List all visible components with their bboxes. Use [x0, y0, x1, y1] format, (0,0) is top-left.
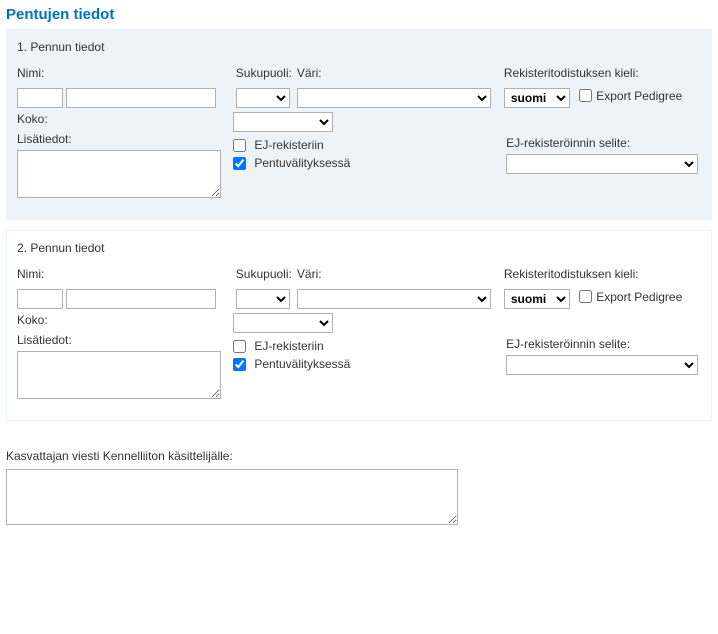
name-input[interactable]: [66, 289, 216, 309]
name-prefix-input[interactable]: [17, 88, 63, 108]
pentuval-label: Pentuvälityksessä: [254, 156, 350, 170]
lang-label: Rekisteritodistuksen kieli:: [504, 66, 701, 80]
ej-register-label: EJ-rekisteriin: [254, 339, 323, 353]
ej-explain-select[interactable]: [506, 154, 698, 174]
ej-explain-label: EJ-rekisteröinnin selite:: [506, 337, 701, 351]
message-label: Kasvattajan viesti Kennelliiton käsittel…: [6, 449, 712, 463]
color-label: Väri:: [297, 267, 504, 281]
message-textarea[interactable]: [6, 469, 458, 525]
page-title: Pentujen tiedot: [6, 6, 712, 23]
name-label: Nimi:: [17, 267, 236, 281]
name-label: Nimi:: [17, 66, 236, 80]
size-label: Koko:: [17, 112, 233, 126]
gender-label: Sukupuoli:: [236, 66, 297, 80]
size-select[interactable]: [233, 313, 333, 333]
extra-textarea[interactable]: [17, 351, 221, 399]
export-pedigree-label: Export Pedigree: [596, 89, 682, 103]
ej-explain-select[interactable]: [506, 355, 698, 375]
ej-register-checkbox[interactable]: [233, 340, 246, 353]
lang-select[interactable]: suomi: [504, 88, 570, 108]
gender-select[interactable]: [236, 289, 290, 309]
gender-select[interactable]: [236, 88, 290, 108]
color-select[interactable]: [297, 88, 491, 108]
size-select[interactable]: [233, 112, 333, 132]
name-prefix-input[interactable]: [17, 289, 63, 309]
gender-label: Sukupuoli:: [236, 267, 297, 281]
puppy-panel: 2. Pennun tiedot Nimi: Sukupuoli: Väri: …: [6, 230, 712, 421]
lang-select[interactable]: suomi: [504, 289, 570, 309]
export-pedigree-checkbox[interactable]: [579, 89, 592, 102]
ej-register-checkbox[interactable]: [233, 139, 246, 152]
puppy-panel-title: 2. Pennun tiedot: [17, 241, 701, 255]
ej-explain-label: EJ-rekisteröinnin selite:: [506, 136, 701, 150]
pentuval-checkbox[interactable]: [233, 157, 246, 170]
size-label: Koko:: [17, 313, 233, 327]
pentuval-checkbox[interactable]: [233, 358, 246, 371]
color-select[interactable]: [297, 289, 491, 309]
export-pedigree-label: Export Pedigree: [596, 290, 682, 304]
pentuval-label: Pentuvälityksessä: [254, 357, 350, 371]
ej-register-label: EJ-rekisteriin: [254, 138, 323, 152]
extra-label: Lisätiedot:: [17, 333, 233, 347]
puppy-panel-title: 1. Pennun tiedot: [17, 40, 701, 54]
lang-label: Rekisteritodistuksen kieli:: [504, 267, 701, 281]
extra-label: Lisätiedot:: [17, 132, 233, 146]
export-pedigree-checkbox[interactable]: [579, 290, 592, 303]
name-input[interactable]: [66, 88, 216, 108]
puppy-panel: 1. Pennun tiedot Nimi: Sukupuoli: Väri: …: [6, 29, 712, 220]
color-label: Väri:: [297, 66, 504, 80]
extra-textarea[interactable]: [17, 150, 221, 198]
